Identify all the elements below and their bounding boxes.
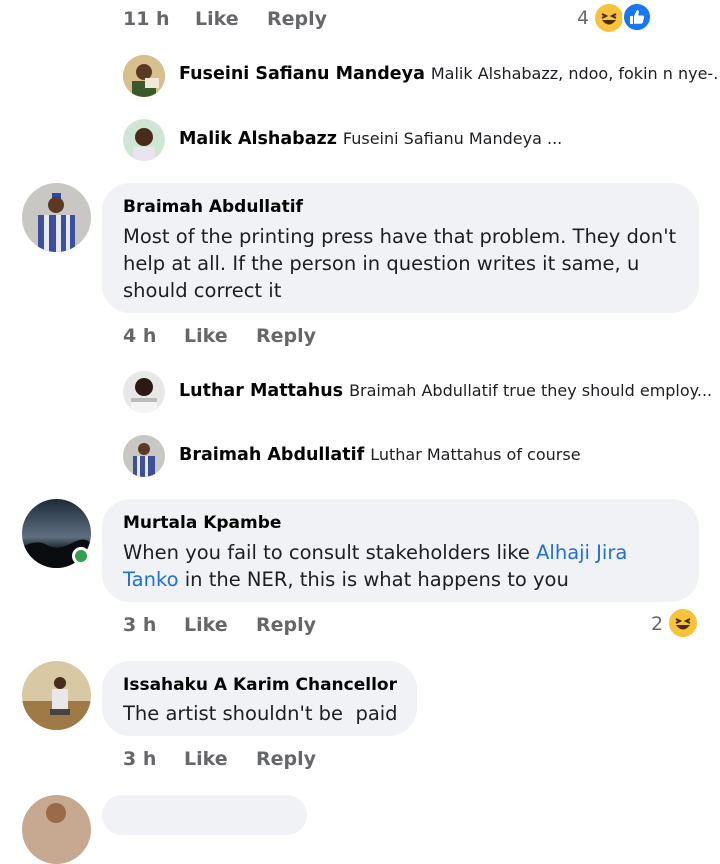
- avatar[interactable]: [22, 795, 91, 864]
- comment-author[interactable]: Issahaku A Karim Chancellor: [123, 675, 397, 695]
- reply-button[interactable]: Reply: [267, 8, 327, 30]
- avatar[interactable]: [123, 435, 165, 477]
- reply-author[interactable]: Fuseini Safianu Mandeya: [179, 64, 425, 84]
- avatar[interactable]: [123, 119, 165, 161]
- like-button[interactable]: Like: [184, 748, 228, 770]
- avatar[interactable]: [22, 183, 91, 252]
- comment-meta-row: 3 h Like Reply: [123, 614, 423, 640]
- comment-text-line: When you fail to consult stakeholders li…: [123, 539, 627, 566]
- reply-item[interactable]: Malik Alshabazz Fuseini Safianu Mandeya .…: [179, 129, 562, 149]
- avatar[interactable]: [123, 371, 165, 413]
- comment-time: 11 h: [123, 8, 170, 30]
- comment-time: 3 h: [123, 748, 157, 770]
- reply-item[interactable]: Fuseini Safianu Mandeya Malik Alshabazz, …: [179, 64, 720, 84]
- reply-author[interactable]: Braimah Abdullatif: [179, 445, 364, 465]
- comment-text-line: should correct it: [123, 279, 282, 302]
- comment-author[interactable]: Murtala Kpambe: [123, 513, 281, 533]
- reply-button[interactable]: Reply: [256, 748, 316, 770]
- reply-text: Braimah Abdullatif true they should empl…: [349, 381, 713, 400]
- reaction-count[interactable]: 4: [577, 7, 589, 29]
- comment-text: in the NER, this is what happens to you: [178, 568, 569, 591]
- reply-item[interactable]: Braimah Abdullatif Luthar Mattahus of cou…: [179, 445, 581, 465]
- reply-item[interactable]: Luthar Mattahus Braimah Abdullatif true t…: [179, 381, 712, 401]
- comment-meta-row: 3 h Like Reply: [123, 748, 423, 774]
- reply-button[interactable]: Reply: [256, 325, 316, 347]
- reply-text: Fuseini Safianu Mandeya ...: [342, 129, 563, 148]
- mention-link[interactable]: Tanko: [123, 568, 179, 591]
- reply-author[interactable]: Luthar Mattahus: [179, 381, 343, 401]
- reply-text: Luthar Mattahus of course: [370, 445, 581, 464]
- comment-meta-row: 4 h Like Reply: [123, 325, 423, 351]
- avatar[interactable]: [123, 55, 165, 97]
- like-reaction-icon: [622, 2, 652, 32]
- online-status-indicator: [72, 547, 90, 565]
- comment-time: 3 h: [123, 614, 157, 636]
- avatar[interactable]: [22, 661, 91, 730]
- comment-text: The artist shouldn't be paid: [123, 702, 398, 725]
- comment-time: 4 h: [123, 325, 157, 347]
- laugh-reaction-icon: [593, 2, 625, 34]
- like-button[interactable]: Like: [195, 8, 239, 30]
- like-button[interactable]: Like: [184, 614, 228, 636]
- comment-text: When you fail to consult stakeholders li…: [123, 541, 537, 564]
- mention-link[interactable]: Alhaji Jira: [536, 541, 627, 564]
- reply-author[interactable]: Malik Alshabazz: [179, 129, 337, 149]
- comment-author[interactable]: Braimah Abdullatif: [123, 197, 303, 217]
- comment-text-line: Most of the printing press have that pro…: [123, 225, 677, 248]
- reply-button[interactable]: Reply: [256, 614, 316, 636]
- comment-text-line: help at all. If the person in question w…: [123, 252, 640, 275]
- laugh-reaction-icon: [667, 607, 699, 639]
- comment-bubble[interactable]: [102, 795, 307, 835]
- reaction-count[interactable]: 2: [651, 613, 663, 635]
- reply-text: Malik Alshabazz, ndoo, fokin n nye-...: [430, 64, 720, 83]
- like-button[interactable]: Like: [184, 325, 228, 347]
- comment-text-line: Tanko in the NER, this is what happens t…: [123, 566, 569, 593]
